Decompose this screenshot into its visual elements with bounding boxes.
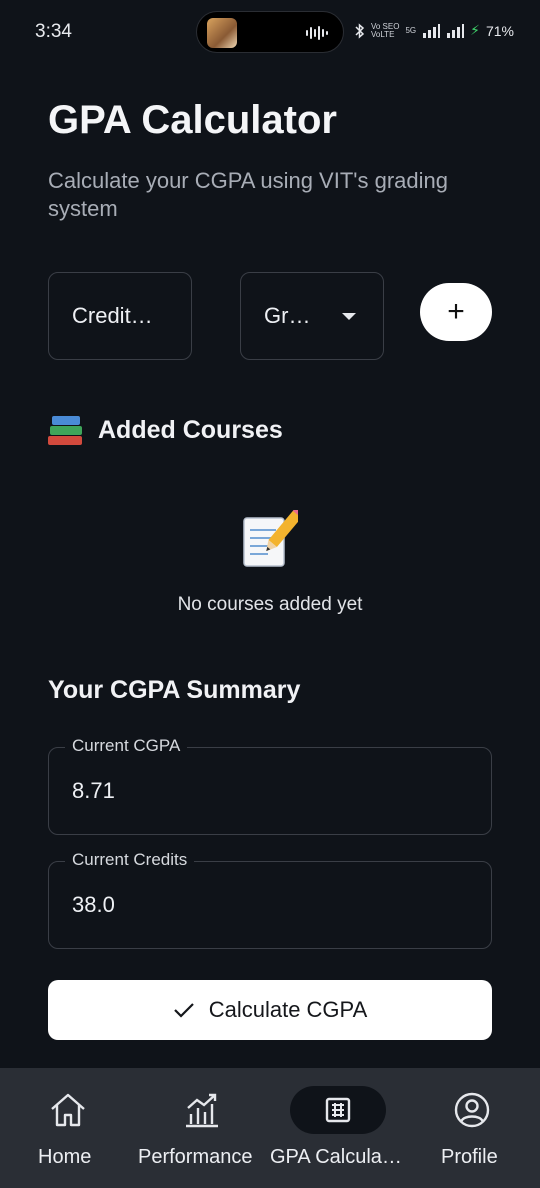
add-course-button[interactable]: + (420, 283, 492, 341)
chart-icon (186, 1093, 218, 1128)
calculator-icon (325, 1097, 351, 1123)
nav-label-profile: Profile (441, 1146, 498, 1168)
current-cgpa-label: Current CGPA (65, 736, 188, 756)
dropdown-arrow-icon (342, 313, 356, 320)
current-cgpa-value: 8.71 (72, 778, 115, 803)
summary-title: Your CGPA Summary (48, 676, 301, 704)
status-icons: Vo SEO VoLTE 5G ⚡ 71% (355, 22, 514, 39)
profile-icon (454, 1092, 490, 1128)
current-cgpa-field[interactable]: Current CGPA 8.71 (48, 736, 492, 835)
page-subtitle: Calculate your CGPA using VIT's grading … (48, 168, 448, 221)
page-title: GPA Calculator (48, 98, 337, 142)
added-courses-title: Added Courses (98, 415, 283, 444)
grade-placeholder: Gr… (264, 303, 311, 328)
network-type: 5G (405, 25, 417, 35)
audio-wave-icon (306, 26, 328, 40)
books-icon (48, 414, 84, 446)
nav-item-home[interactable]: Home (38, 1068, 98, 1188)
media-thumbnail (207, 18, 237, 48)
bluetooth-icon (355, 22, 365, 39)
status-time: 3:34 (35, 21, 72, 42)
plus-icon: + (447, 295, 465, 328)
current-credits-label: Current Credits (65, 850, 195, 870)
battery-percent: 71% (485, 22, 514, 39)
bottom-navigation: Home Performance GPA Calcula… Profile (0, 1068, 540, 1188)
nav-item-performance[interactable]: Performance (138, 1068, 268, 1188)
current-credits-field[interactable]: Current Credits 38.0 (48, 850, 492, 949)
nav-label-gpa-calculator: GPA Calcula… (270, 1146, 402, 1168)
signal-icon (423, 23, 441, 38)
status-bar: 3:34 Vo SEO VoLTE 5G ⚡ 71% (0, 0, 540, 64)
calculate-cgpa-button[interactable]: Calculate CGPA (48, 980, 492, 1040)
calculate-cgpa-label: Calculate CGPA (208, 997, 368, 1022)
home-icon (51, 1093, 85, 1127)
added-courses-header: Added Courses (48, 414, 283, 446)
signal-icon (447, 23, 465, 38)
credits-input[interactable]: Credit… (48, 272, 192, 360)
nav-item-gpa-calculator[interactable]: GPA Calcula… (270, 1068, 406, 1188)
check-icon (173, 1003, 194, 1018)
nav-item-profile[interactable]: Profile (440, 1068, 504, 1188)
nav-label-home: Home (38, 1146, 92, 1168)
nav-label-performance: Performance (138, 1146, 253, 1168)
charging-icon: ⚡ (470, 22, 480, 38)
empty-state-text: No courses added yet (177, 594, 363, 615)
dynamic-island[interactable] (196, 11, 344, 53)
current-credits-value: 38.0 (72, 892, 115, 917)
credits-placeholder: Credit… (72, 303, 153, 328)
memo-icon (243, 510, 298, 567)
volte-indicator: Vo SEO VoLTE (370, 21, 400, 39)
grade-dropdown[interactable]: Gr… (240, 272, 384, 360)
